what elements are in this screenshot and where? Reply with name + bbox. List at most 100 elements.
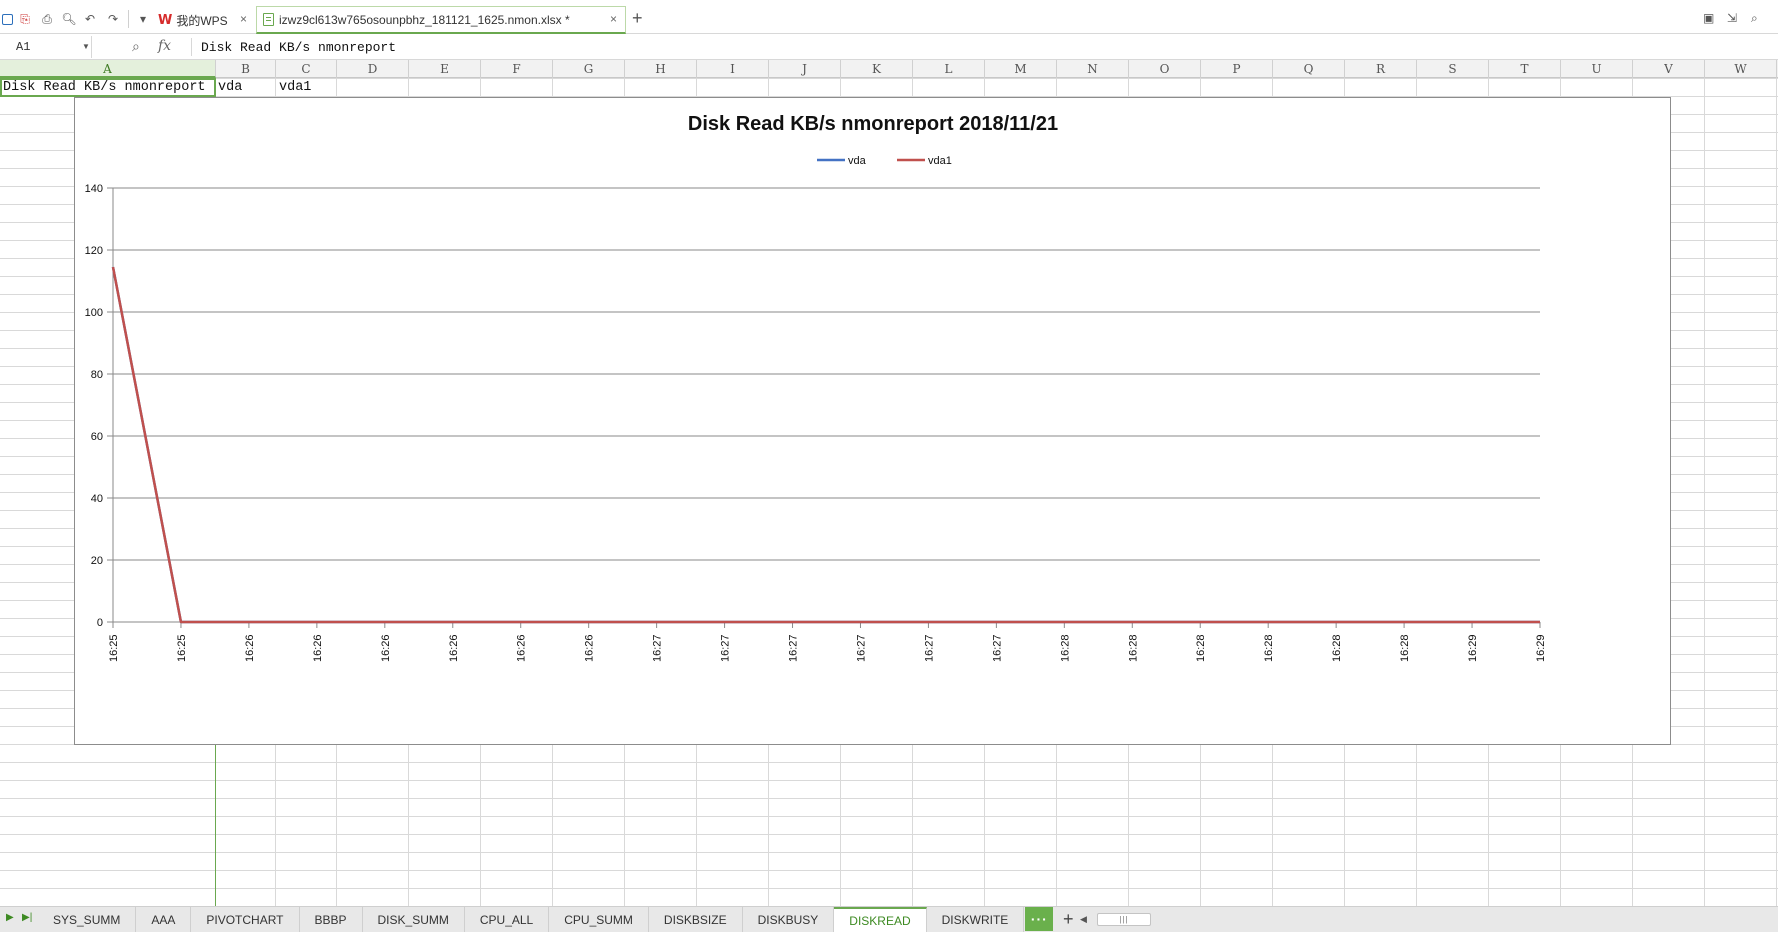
name-box[interactable]: A1 xyxy=(0,36,92,58)
cell-a1[interactable]: Disk Read KB/s nmonreport xyxy=(3,80,206,96)
x-tick-label: 16:28 xyxy=(1331,634,1343,662)
column-header-e[interactable]: E xyxy=(409,60,481,78)
chart-plot-area xyxy=(111,266,1540,624)
insert-function-icon[interactable]: fx xyxy=(158,39,171,53)
y-axis: 0 20 40 60 80 100 120 140 xyxy=(85,183,114,629)
column-header-k[interactable]: K xyxy=(841,60,913,78)
y-tick-label: 140 xyxy=(85,183,103,195)
sheet-tab-diskbsize[interactable]: DISKBSIZE xyxy=(648,907,743,932)
x-tick-label: 16:29 xyxy=(1467,634,1479,662)
x-tick-label: 16:26 xyxy=(516,634,528,662)
spreadsheet-file-icon xyxy=(263,13,274,26)
sheet-tab-bbbp[interactable]: BBBP xyxy=(299,907,363,932)
y-tick-label: 0 xyxy=(97,617,103,629)
chart-title: Disk Read KB/s nmonreport 2018/11/21 xyxy=(688,113,1058,135)
sheet-tab-diskread[interactable]: DISKREAD xyxy=(834,907,927,932)
x-tick-label: 16:27 xyxy=(855,634,867,662)
column-header-t[interactable]: T xyxy=(1489,60,1561,78)
column-header-q[interactable]: Q xyxy=(1273,60,1345,78)
x-tick-label: 16:28 xyxy=(1195,634,1207,662)
formula-divider xyxy=(191,38,192,56)
column-header-row: ABCDEFGHIJKLMNOPQRSTUVW xyxy=(0,60,1778,78)
column-gridline xyxy=(1776,78,1777,906)
formula-input[interactable]: Disk Read KB/s nmonreport xyxy=(201,40,396,55)
column-header-n[interactable]: N xyxy=(1057,60,1129,78)
sheet-tab-sys-summ[interactable]: SYS_SUMM xyxy=(38,907,137,932)
x-tick-label: 16:27 xyxy=(720,634,732,662)
x-tick-label: 16:28 xyxy=(1127,634,1139,662)
sheet-tabs: SYS_SUMM AAA PIVOTCHART BBBP DISK_SUMM CPU_AL… xyxy=(38,907,1083,932)
zoom-formula-icon[interactable]: ⌕ xyxy=(132,39,140,53)
print-preview-icon[interactable]: 🔍︎ xyxy=(61,12,76,26)
cell-c1[interactable]: vda1 xyxy=(279,80,311,96)
new-tab-button[interactable]: + xyxy=(632,9,643,27)
sheet-tab-pivotchart[interactable]: PIVOTCHART xyxy=(191,907,300,932)
x-tick-label: 16:27 xyxy=(788,634,800,662)
horizontal-scroll-thumb[interactable]: ||| xyxy=(1097,913,1151,926)
x-axis: 16:25 16:25 16:26 16:26 16:26 16:26 16:26 16:26… xyxy=(108,621,1547,662)
document-tab[interactable]: izwz9cl613w765osounpbhz_181121_1625.nmon… xyxy=(256,6,626,34)
x-tick-label: 16:26 xyxy=(244,634,256,662)
column-header-p[interactable]: P xyxy=(1201,60,1273,78)
add-sheet-button[interactable]: + xyxy=(1053,907,1083,932)
y-tick-label: 20 xyxy=(91,555,103,567)
document-tab-label: izwz9cl613w765osounpbhz_181121_1625.nmon… xyxy=(279,12,570,27)
x-tick-label: 16:26 xyxy=(584,634,596,662)
column-header-c[interactable]: C xyxy=(276,60,337,78)
column-header-i[interactable]: I xyxy=(697,60,769,78)
x-tick-label: 16:26 xyxy=(448,634,460,662)
column-header-d[interactable]: D xyxy=(337,60,409,78)
x-tick-label: 16:28 xyxy=(1059,634,1071,662)
column-header-u[interactable]: U xyxy=(1561,60,1633,78)
y-tick-label: 40 xyxy=(91,493,103,505)
column-header-w[interactable]: W xyxy=(1705,60,1777,78)
print-icon[interactable]: ⎙ xyxy=(40,12,54,26)
sheet-tab-cpu-all[interactable]: CPU_ALL xyxy=(464,907,550,932)
disk-read-chart[interactable]: Disk Read KB/s nmonreport 2018/11/21 vda… xyxy=(74,97,1671,745)
customize-toolbar-chevron-icon[interactable]: ▾ xyxy=(136,12,150,26)
cell-reference: A1 xyxy=(16,40,31,54)
column-gridline xyxy=(1704,78,1705,906)
x-tick-label: 16:27 xyxy=(652,634,664,662)
wps-logo-icon: W xyxy=(158,12,173,28)
home-tab[interactable]: W 我的WPS xyxy=(158,9,228,31)
undo-icon[interactable]: ↶ xyxy=(83,12,97,26)
column-header-f[interactable]: F xyxy=(481,60,553,78)
y-tick-label: 60 xyxy=(91,431,103,443)
column-header-l[interactable]: L xyxy=(913,60,985,78)
window-mode-icon[interactable]: ▣ xyxy=(1703,12,1714,24)
more-sheets-button[interactable]: ··· xyxy=(1025,907,1054,931)
export-pdf-icon[interactable]: ⎘ xyxy=(18,12,32,26)
column-header-g[interactable]: G xyxy=(553,60,625,78)
search-icon[interactable]: ⌕ xyxy=(1751,12,1758,24)
close-home-tab-icon[interactable]: × xyxy=(240,13,247,25)
save-icon[interactable] xyxy=(0,12,14,26)
x-tick-label: 16:25 xyxy=(108,634,120,662)
sheet-tab-diskbusy[interactable]: DISKBUSY xyxy=(742,907,835,932)
y-tick-label: 120 xyxy=(85,245,103,257)
name-box-dropdown-icon[interactable]: ▼ xyxy=(82,42,90,51)
redo-icon[interactable]: ↷ xyxy=(106,12,120,26)
x-tick-label: 16:27 xyxy=(991,634,1003,662)
first-sheet-arrow-icon[interactable]: ▶ xyxy=(6,913,14,923)
last-sheet-arrow-icon[interactable]: ▶| xyxy=(22,913,32,923)
column-header-v[interactable]: V xyxy=(1633,60,1705,78)
column-header-b[interactable]: B xyxy=(216,60,276,78)
title-tab-bar: ⎘ ⎙ 🔍︎ ↶ ↷ ▾ W 我的WPS × izwz9cl613w765oso… xyxy=(0,0,1778,34)
sheet-tab-disk-summ[interactable]: DISK_SUMM xyxy=(362,907,465,932)
collapse-ribbon-icon[interactable]: ⇲ xyxy=(1727,12,1737,24)
sheet-tab-cpu-summ[interactable]: CPU_SUMM xyxy=(549,907,649,932)
column-header-h[interactable]: H xyxy=(625,60,697,78)
sheet-tab-diskwrite[interactable]: DISKWRITE xyxy=(926,907,1025,932)
y-tick-label: 100 xyxy=(85,307,103,319)
column-header-j[interactable]: J xyxy=(769,60,841,78)
sheet-tab-aaa[interactable]: AAA xyxy=(136,907,192,932)
column-header-o[interactable]: O xyxy=(1129,60,1201,78)
cell-b1[interactable]: vda xyxy=(218,80,242,96)
close-document-tab-icon[interactable]: × xyxy=(610,13,617,25)
scroll-left-arrow-icon[interactable]: ◀ xyxy=(1080,914,1087,925)
column-header-r[interactable]: R xyxy=(1345,60,1417,78)
column-header-m[interactable]: M xyxy=(985,60,1057,78)
column-header-s[interactable]: S xyxy=(1417,60,1489,78)
column-header-a[interactable]: A xyxy=(0,60,216,78)
